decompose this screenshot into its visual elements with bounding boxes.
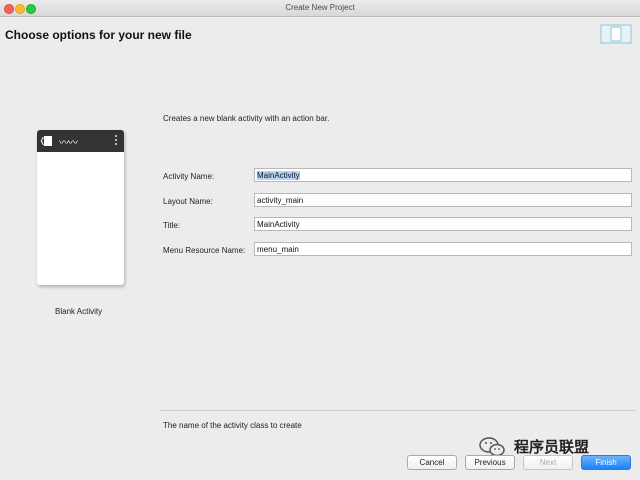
activity-template-preview[interactable]: ❬ 〰〰	[37, 130, 124, 285]
action-bar-preview: ❬ 〰〰	[37, 130, 124, 152]
divider	[160, 410, 636, 411]
next-button[interactable]: Next	[523, 455, 573, 470]
page-title: Choose options for your new file	[5, 28, 192, 42]
activity-name-label: Activity Name:	[163, 172, 215, 181]
finish-button[interactable]: Finish	[581, 455, 631, 470]
layout-name-field[interactable]: activity_main	[254, 193, 632, 207]
template-description: Creates a new blank activity with an act…	[163, 114, 330, 123]
title-field[interactable]: MainActivity	[254, 217, 632, 231]
title-placeholder-icon: 〰〰	[59, 138, 78, 149]
field-hint: The name of the activity class to create	[163, 421, 302, 430]
previous-button[interactable]: Previous	[465, 455, 515, 470]
header-panel	[0, 17, 640, 81]
overflow-menu-icon	[115, 135, 118, 147]
watermark-text: 程序员联盟	[514, 438, 590, 456]
menu-resource-name-field[interactable]: menu_main	[254, 242, 632, 256]
app-icon	[44, 136, 52, 146]
title-label: Title:	[163, 221, 181, 230]
device-layout-icon	[600, 24, 632, 44]
layout-name-label: Layout Name:	[163, 197, 213, 206]
template-label: Blank Activity	[55, 307, 103, 316]
menu-resource-name-label: Menu Resource Name:	[163, 246, 246, 255]
window-titlebar: Create New Project	[0, 0, 640, 17]
window-title: Create New Project	[285, 3, 355, 12]
cancel-button[interactable]: Cancel	[407, 455, 457, 470]
activity-name-field[interactable]: MainActivity	[254, 168, 632, 182]
activity-name-value: MainActivity	[257, 171, 300, 180]
